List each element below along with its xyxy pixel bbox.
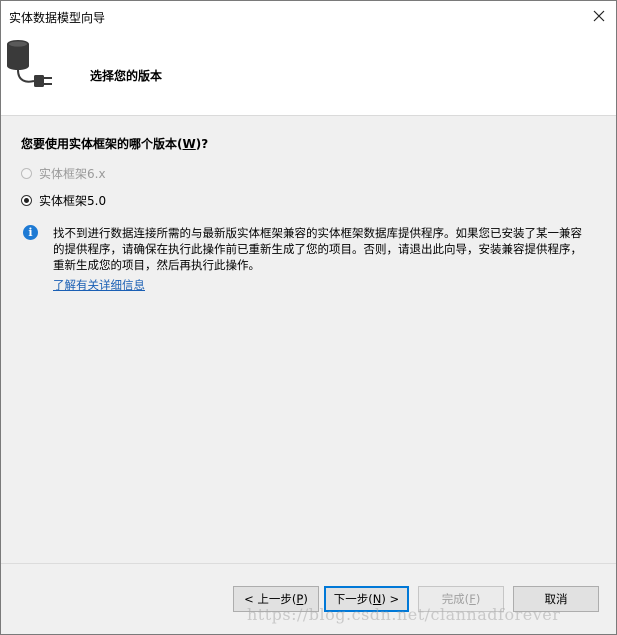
close-button[interactable] — [582, 1, 616, 31]
radio-ef6[interactable] — [21, 168, 32, 179]
radio-ef5[interactable] — [21, 195, 32, 206]
close-icon — [593, 10, 605, 22]
wizard-header: 选择您的版本 — [1, 31, 616, 116]
watermark: https://blog.csdn.net/clannadforever — [247, 605, 561, 624]
wizard-window: 实体数据模型向导 选择您的版本 您要使用实体框架的哪个版本(W)? 实体框架6.… — [0, 0, 617, 635]
database-plug-icon — [7, 40, 52, 87]
option-ef6[interactable]: 实体框架6.x — [21, 165, 106, 182]
option-ef5[interactable]: 实体框架5.0 — [21, 192, 106, 209]
window-title: 实体数据模型向导 — [9, 11, 106, 25]
version-question: 您要使用实体框架的哪个版本(W)? — [21, 137, 209, 151]
footer-divider — [1, 563, 616, 564]
info-message: 找不到进行数据连接所需的与最新版实体框架兼容的实体框架数据库提供程序。如果您已安… — [53, 226, 582, 272]
title-bar: 实体数据模型向导 — [1, 1, 616, 31]
page-heading: 选择您的版本 — [90, 69, 163, 83]
option-ef6-label: 实体框架6.x — [39, 167, 106, 181]
learn-more-link[interactable]: 了解有关详细信息 — [53, 277, 145, 293]
option-ef5-label: 实体框架5.0 — [39, 194, 107, 208]
info-icon: i — [23, 225, 38, 240]
